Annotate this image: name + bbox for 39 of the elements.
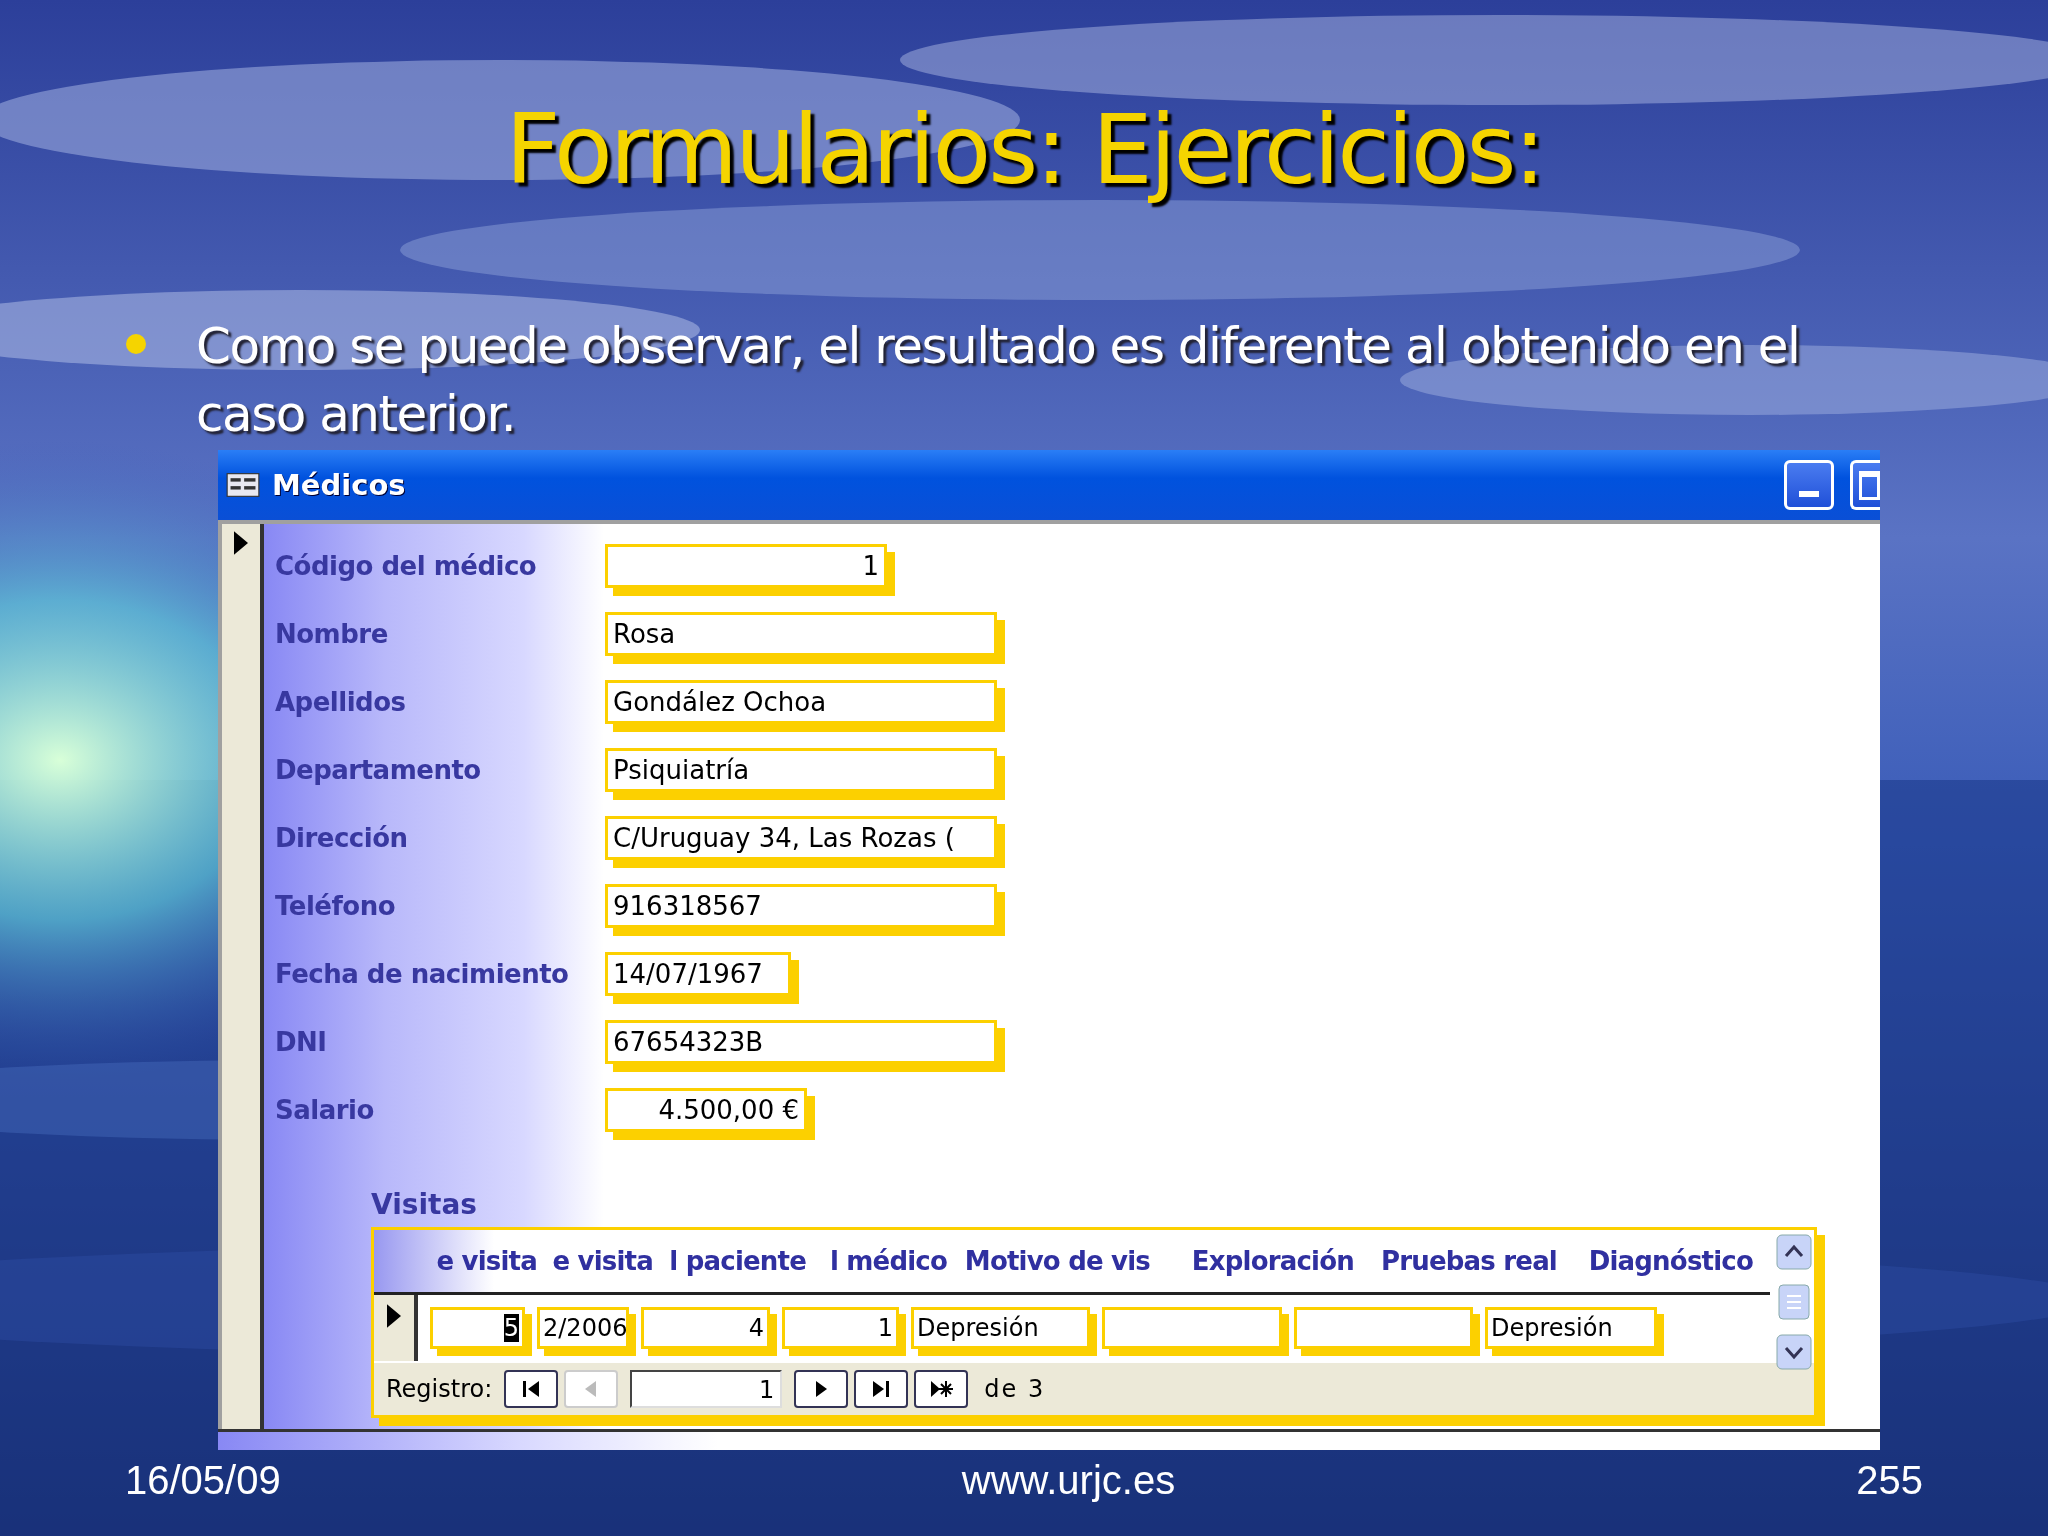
column-header: Diagnóstico — [1587, 1246, 1753, 1276]
column-header: Motivo de vis — [963, 1246, 1150, 1276]
column-header: Exploración — [1190, 1246, 1354, 1276]
field-label: DNI — [275, 1027, 328, 1057]
slide-title: Formularios: Ejercicios: — [505, 93, 1543, 208]
form-icon — [226, 472, 260, 498]
window-title: Médicos — [272, 468, 406, 502]
field-label: Nombre — [275, 619, 389, 649]
field-label: Salario — [275, 1095, 375, 1125]
subform-label: Visitas — [371, 1188, 477, 1221]
field-label: Departamento — [275, 755, 482, 785]
new-record-button[interactable] — [914, 1370, 969, 1408]
current-record-icon — [234, 530, 248, 556]
field-label: Fecha de nacimiento — [275, 959, 570, 989]
record-selector[interactable] — [374, 1295, 418, 1361]
field-label: Código del médico — [275, 551, 538, 581]
column-header: e visita — [551, 1246, 653, 1276]
next-record-button[interactable] — [794, 1370, 849, 1408]
website-url: www.urjc.es — [961, 1458, 1176, 1503]
bullet-text: Como se puede observar, el resultado es diferente al obtenido en el caso anterior. — [196, 316, 1801, 445]
field-label: Apellidos — [275, 687, 407, 717]
record-label: Registro: — [386, 1375, 493, 1403]
column-header: l paciente — [668, 1246, 806, 1276]
field-label: Teléfono — [275, 891, 396, 921]
slide-date: 16/05/09 — [125, 1458, 281, 1503]
current-record-icon — [387, 1303, 401, 1329]
last-record-button[interactable] — [854, 1370, 909, 1408]
column-header: Pruebas real — [1379, 1246, 1557, 1276]
page-number: 255 — [1856, 1458, 1923, 1503]
column-header: e visita — [435, 1246, 537, 1276]
scroll-bar[interactable] — [1776, 1234, 1812, 1370]
record-selector[interactable] — [222, 524, 264, 1429]
column-header: l médico — [828, 1246, 947, 1276]
record-number-field[interactable]: 1 — [630, 1370, 783, 1408]
maximize-button[interactable] — [1850, 460, 1880, 510]
minimize-button[interactable] — [1784, 460, 1834, 510]
first-record-button[interactable] — [504, 1370, 559, 1408]
field-label: Dirección — [275, 823, 409, 853]
record-count: de 3 — [984, 1375, 1046, 1403]
